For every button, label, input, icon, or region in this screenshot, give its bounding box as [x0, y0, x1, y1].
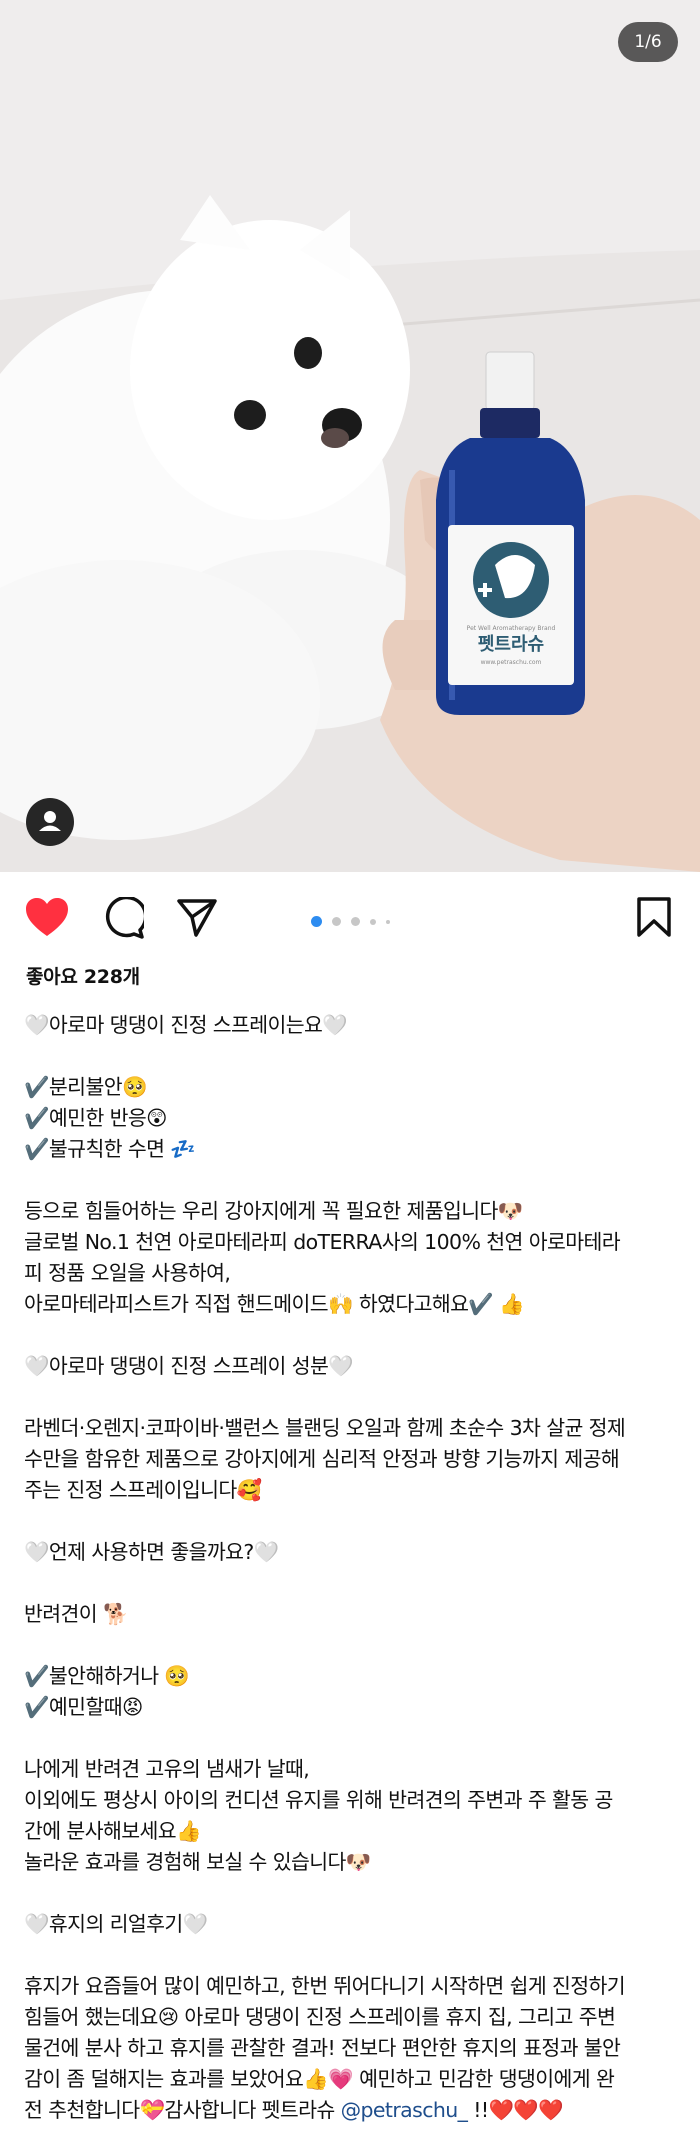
caption-line: ✔️분리불안🥺 — [24, 1075, 147, 1099]
caption-line: 전 추천합니다💝감사합니다 펫트라슈 @petraschu_ !!❤️❤️❤️ — [24, 2095, 674, 2126]
caption-spacer — [24, 1723, 674, 1754]
pagination-dot — [350, 917, 360, 926]
image-counter-badge: 1/6 — [618, 22, 678, 62]
caption-spacer — [24, 1940, 674, 1971]
caption-line: 🤍아로마 댕댕이 진정 스프레이 성분🤍 — [24, 1354, 354, 1378]
bottle-brand-text: 펫트라슈 — [478, 634, 544, 655]
post-photo-illustration: 펫트라슈 Pet Well Aromatherapy Brand www.pet… — [0, 0, 700, 872]
pagination-dot — [310, 916, 322, 927]
caption-text: 전 추천합니다💝감사합니다 펫트라슈 — [24, 2098, 341, 2122]
save-button[interactable] — [636, 896, 672, 942]
caption-line: 힘들어 했는데요😢 아로마 댕댕이 진정 스프레이를 휴지 집, 그리고 주변 — [24, 2005, 616, 2029]
caption-line: 이외에도 평상시 아이의 컨디션 유지를 위해 반려견의 주변과 주 활동 공 — [24, 1788, 613, 1812]
caption-line: 물건에 분사 하고 휴지를 관찰한 결과! 전보다 편안한 휴지의 표정과 불안 — [24, 2036, 621, 2060]
caption-spacer — [24, 1878, 674, 1909]
caption-line: 글로벌 No.1 천연 아로마테라피 doTERRA사의 100% 천연 아로마… — [24, 1230, 621, 1254]
bookmark-icon — [637, 897, 671, 937]
caption-line: 감이 좀 덜해지는 효과를 보았어요👍💗 예민하고 민감한 댕댕이에게 완 — [24, 2067, 615, 2091]
pagination-dot — [369, 918, 376, 925]
caption-line: 🤍휴지의 리얼후기🤍 — [24, 1912, 208, 1936]
caption-spacer — [24, 1320, 674, 1351]
caption-spacer — [24, 1630, 674, 1661]
person-icon — [39, 811, 61, 831]
post-caption: 🤍아로마 댕댕이 진정 스프레이는요🤍 ✔️분리불안🥺 ✔️예민한 반응😲 ✔️불규칙… — [24, 1010, 674, 2126]
caption-line: 주는 진정 스프레이입니다🥰 — [24, 1478, 262, 1502]
caption-spacer — [24, 1568, 674, 1599]
caption-spacer — [24, 1382, 674, 1413]
mention-link[interactable]: @petraschu_ — [341, 2098, 468, 2122]
caption-line: 놀라운 효과를 경험해 보실 수 있습니다🐶 — [24, 1850, 371, 1874]
bottle-subtext: Pet Well Aromatherapy Brand — [467, 625, 556, 632]
post-photo[interactable]: 펫트라슈 Pet Well Aromatherapy Brand www.pet… — [0, 0, 700, 872]
caption-line: 라벤더·오렌지·코파이바·밸런스 블랜딩 오일과 함께 초순수 3차 살균 정제 — [24, 1416, 626, 1440]
caption-spacer — [24, 1041, 674, 1072]
caption-spacer — [24, 1506, 674, 1537]
pagination-dot — [385, 919, 390, 924]
caption-text: !!❤️❤️❤️ — [467, 2098, 564, 2122]
caption-line: ✔️불규칙한 수면 💤 — [24, 1137, 196, 1161]
caption-line: ✔️예민한 반응😲 — [24, 1106, 168, 1130]
caption-line: 반려견이 🐕 — [24, 1602, 128, 1626]
caption-line: 간에 분사해보세요👍 — [24, 1819, 202, 1843]
caption-line: 아로마테라피스트가 직접 핸드메이드🙌 하였다고해요✔️ 👍 — [24, 1292, 525, 1316]
caption-line: 나에게 반려견 고유의 냄새가 날때, — [24, 1757, 310, 1781]
likes-count[interactable]: 좋아요 228개 — [26, 962, 140, 989]
caption-line: 수만을 함유한 제품으로 강아지에게 심리적 안정과 방향 기능까지 제공해 — [24, 1447, 620, 1471]
user-tag-button[interactable] — [26, 798, 74, 846]
carousel-pagination — [0, 916, 700, 928]
pagination-dot — [331, 917, 341, 926]
post-action-bar — [0, 872, 700, 968]
caption-line: 🤍언제 사용하면 좋을까요?🤍 — [24, 1540, 279, 1564]
bottle-url: www.petraschu.com — [481, 659, 542, 666]
caption-line: ✔️불안해하거나 🥺 — [24, 1664, 190, 1688]
caption-line: 피 정품 오일을 사용하여, — [24, 1261, 231, 1285]
caption-line: 등으로 힘들어하는 우리 강아지에게 꼭 필요한 제품입니다🐶 — [24, 1199, 523, 1223]
caption-line: ✔️예민할때😡 — [24, 1695, 143, 1719]
caption-line: 🤍아로마 댕댕이 진정 스프레이는요🤍 — [24, 1013, 348, 1037]
caption-spacer — [24, 1165, 674, 1196]
caption-line: 휴지가 요즘들어 많이 예민하고, 한번 뛰어다니기 시작하면 쉽게 진정하기 — [24, 1974, 626, 1998]
